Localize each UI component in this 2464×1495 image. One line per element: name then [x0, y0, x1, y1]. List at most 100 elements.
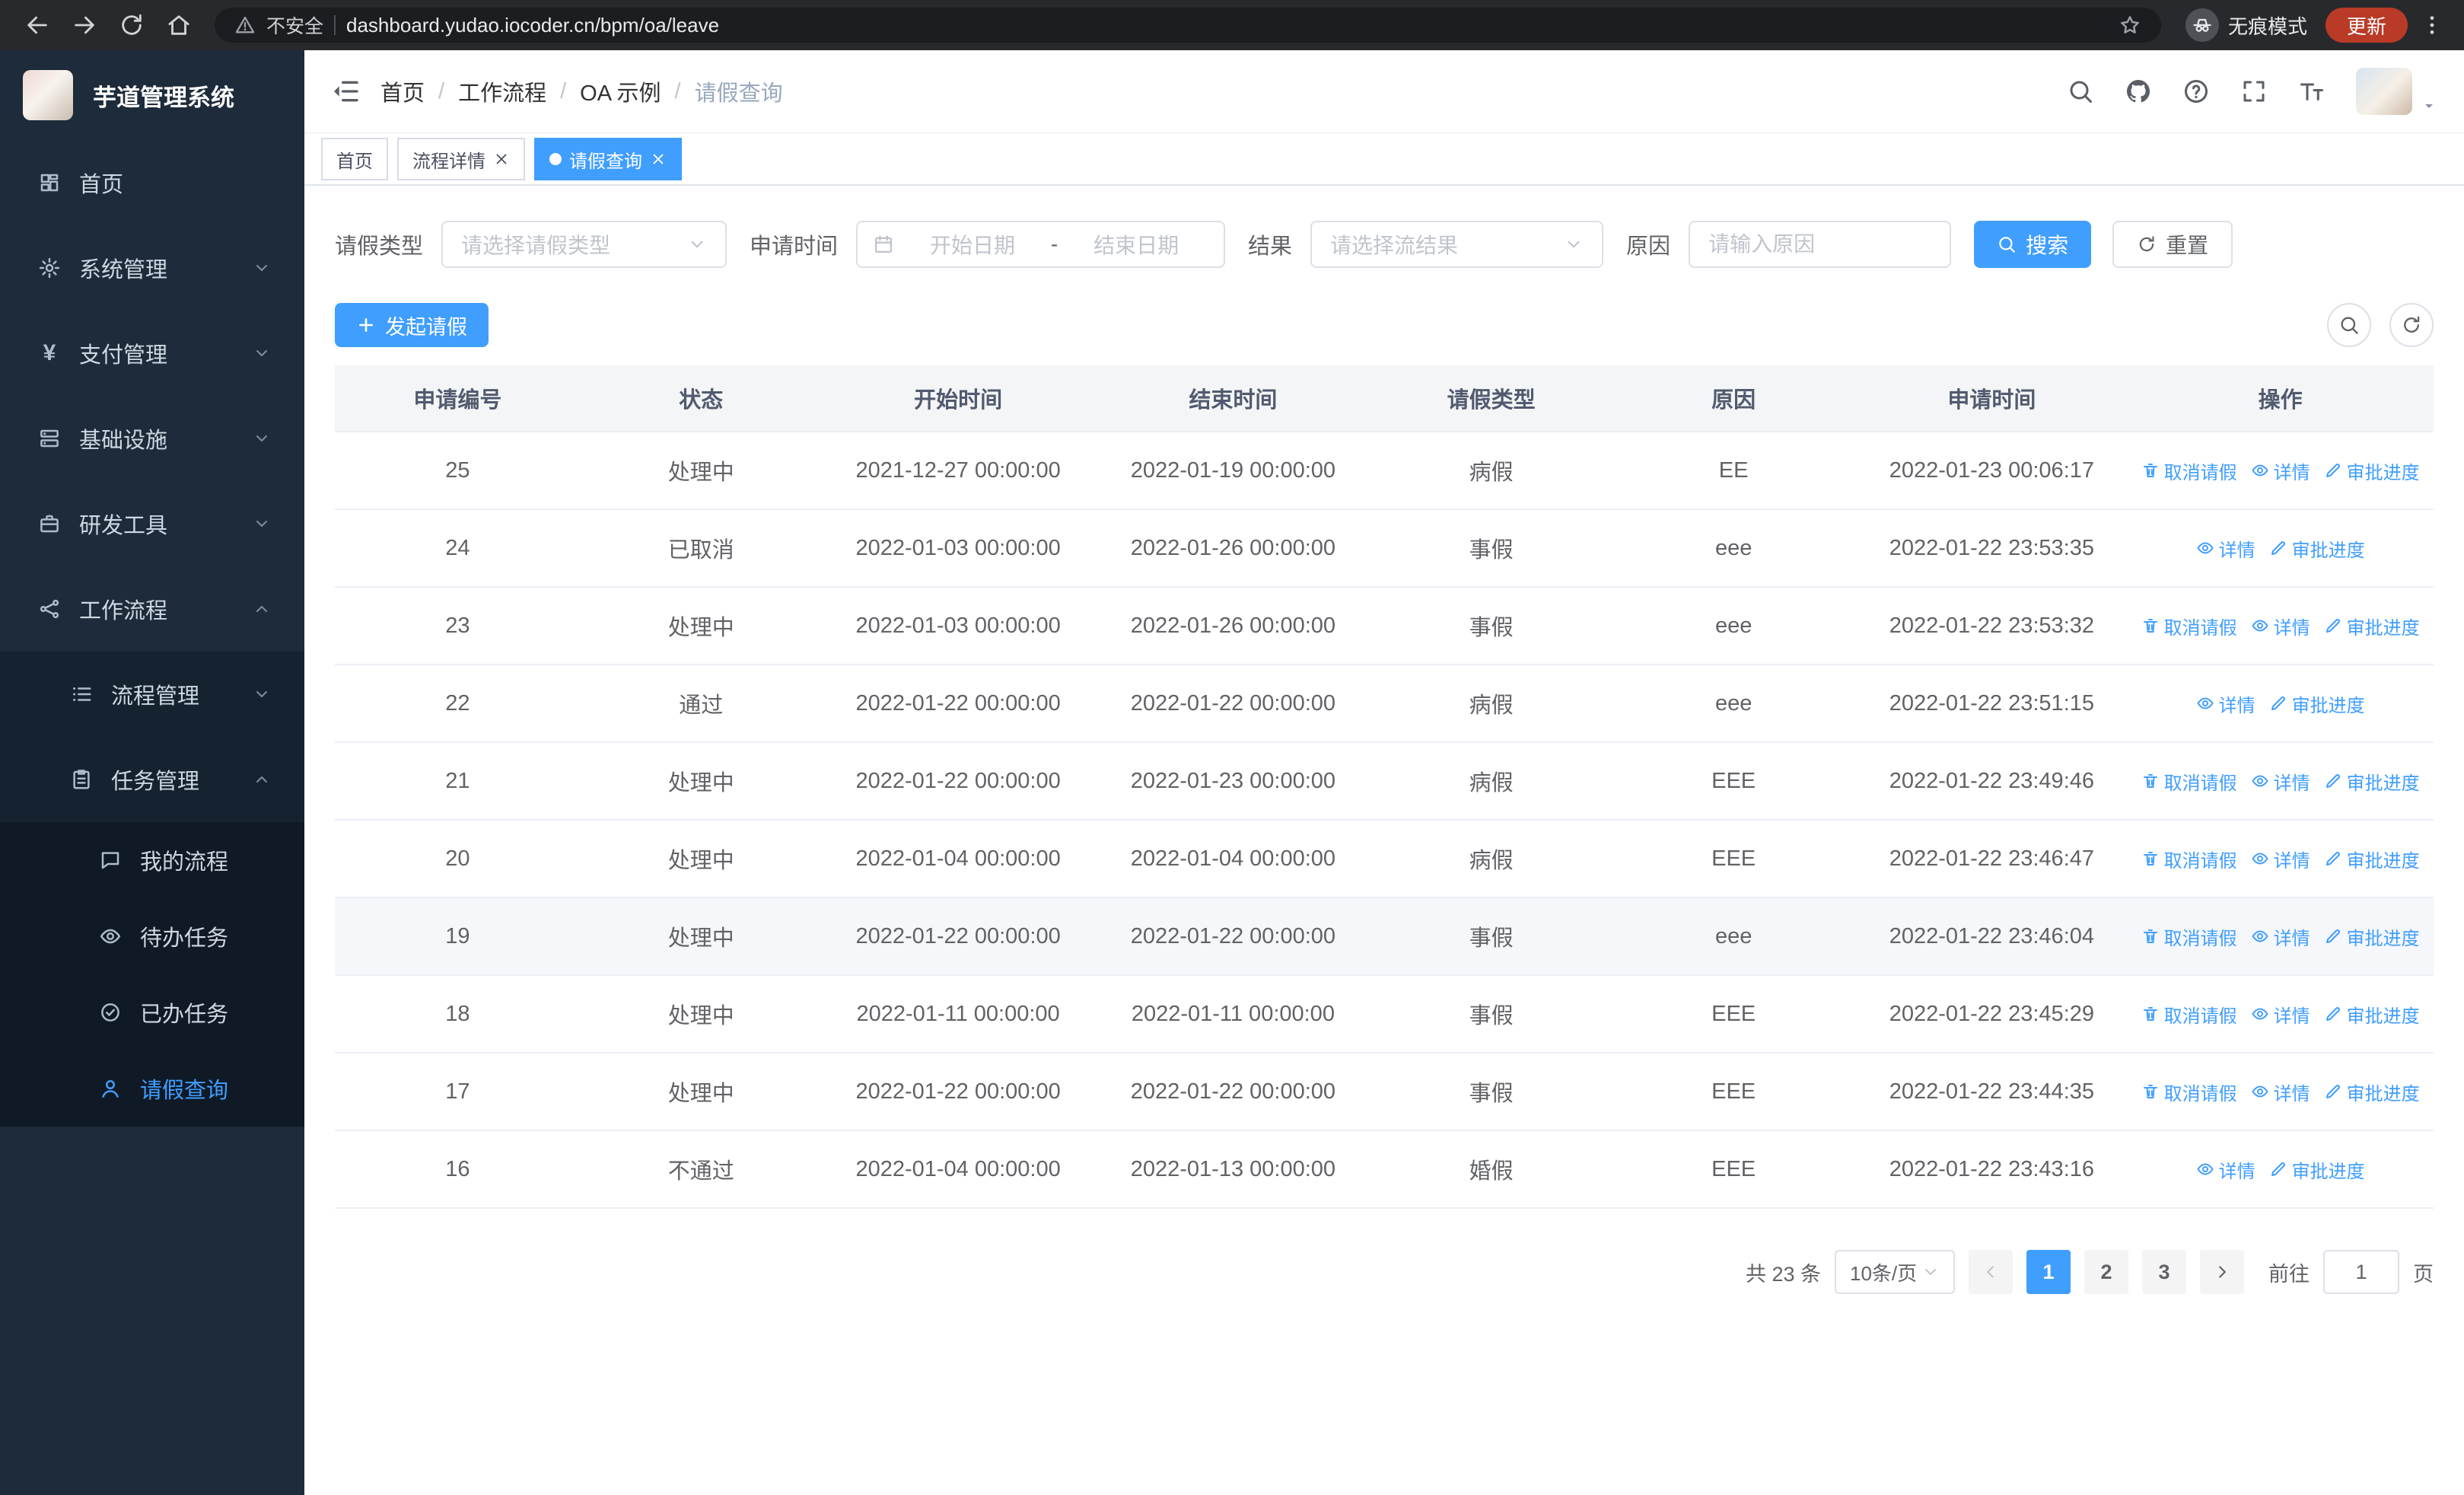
- font-size-icon[interactable]: [2298, 78, 2326, 105]
- tag-leave-query[interactable]: 请假查询: [534, 138, 682, 180]
- audit-progress-link[interactable]: 审批进度: [2324, 923, 2420, 950]
- browser-reload-icon[interactable]: [119, 12, 145, 38]
- sidebar-item-system[interactable]: 系统管理: [0, 225, 304, 311]
- detail-link[interactable]: 详情: [2251, 457, 2310, 484]
- cell-status: 处理中: [580, 820, 822, 898]
- goto-page-input[interactable]: [2323, 1250, 2399, 1294]
- detail-link[interactable]: 详情: [2251, 613, 2310, 639]
- address-bar[interactable]: 不安全 dashboard.yudao.iocoder.cn/bpm/oa/le…: [215, 8, 2161, 43]
- audit-progress-link[interactable]: 审批进度: [2269, 690, 2365, 717]
- refresh-table-button[interactable]: [2389, 303, 2434, 347]
- close-icon[interactable]: [650, 151, 667, 167]
- leave-type-select[interactable]: 请选择请假类型: [441, 221, 727, 268]
- cancel-leave-link[interactable]: 取消请假: [2141, 457, 2237, 484]
- sidebar-item-task-mgmt[interactable]: 任务管理: [0, 737, 304, 822]
- sidebar-item-my-process[interactable]: 我的流程: [0, 822, 304, 898]
- fullscreen-icon[interactable]: [2240, 78, 2268, 105]
- sidebar-item-process-mgmt[interactable]: 流程管理: [0, 652, 304, 737]
- app-logo[interactable]: 芋道管理系统: [0, 50, 304, 140]
- sidebar-item-leave-query[interactable]: 请假查询: [0, 1050, 304, 1127]
- leave-table: 申请编号 状态 开始时间 结束时间 请假类型 原因 申请时间 操作 25 处理中…: [335, 365, 2434, 1209]
- cancel-leave-link[interactable]: 取消请假: [2141, 846, 2237, 872]
- detail-link[interactable]: 详情: [2251, 846, 2310, 872]
- github-icon[interactable]: [2125, 78, 2152, 105]
- user-avatar[interactable]: [2356, 68, 2438, 115]
- cancel-leave-link[interactable]: 取消请假: [2141, 1001, 2237, 1028]
- audit-progress-link[interactable]: 审批进度: [2324, 457, 2420, 484]
- reset-button[interactable]: 重置: [2112, 221, 2233, 268]
- audit-progress-link[interactable]: 审批进度: [2324, 613, 2420, 639]
- browser-back-icon[interactable]: [24, 12, 50, 38]
- sidebar-item-devtools[interactable]: 研发工具: [0, 481, 304, 566]
- browser-forward-icon[interactable]: [72, 12, 97, 38]
- close-icon[interactable]: [493, 151, 510, 167]
- help-icon[interactable]: [2182, 78, 2210, 105]
- page-size-select[interactable]: 10条/页: [1835, 1250, 1955, 1294]
- page-button-3[interactable]: 3: [2142, 1250, 2186, 1294]
- cell-leave-type: 事假: [1371, 975, 1611, 1054]
- apply-time-range-picker[interactable]: 开始日期 - 结束日期: [856, 221, 1226, 268]
- cell-apply-time: 2022-01-22 23:53:32: [1856, 587, 2128, 665]
- audit-progress-link[interactable]: 审批进度: [2324, 768, 2420, 795]
- cell-status: 不通过: [580, 1130, 822, 1209]
- cell-apply-time: 2022-01-22 23:46:47: [1856, 820, 2128, 898]
- browser-home-icon[interactable]: [166, 12, 192, 38]
- cancel-leave-link[interactable]: 取消请假: [2141, 613, 2237, 639]
- cell-apply-id: 21: [335, 742, 581, 821]
- detail-link[interactable]: 详情: [2251, 923, 2310, 950]
- sidebar-item-done-tasks[interactable]: 已办任务: [0, 974, 304, 1050]
- audit-progress-link[interactable]: 审批进度: [2324, 846, 2420, 872]
- reason-input[interactable]: [1689, 221, 1952, 268]
- next-page-button[interactable]: [2200, 1250, 2244, 1294]
- cell-status: 处理中: [580, 432, 822, 510]
- page-content: 请假类型 请选择请假类型 申请时间 开始日期 - 结束日期 结果 请选择流结果 …: [304, 186, 2464, 1495]
- cancel-leave-link[interactable]: 取消请假: [2141, 1079, 2237, 1105]
- cell-reason: EEE: [1610, 742, 1857, 821]
- warning-icon: [234, 14, 256, 36]
- sidebar-item-workflow[interactable]: 工作流程: [0, 566, 304, 652]
- audit-progress-link[interactable]: 审批进度: [2324, 1079, 2420, 1105]
- detail-link[interactable]: 详情: [2251, 1079, 2310, 1105]
- page-button-2[interactable]: 2: [2084, 1250, 2128, 1294]
- browser-update-button[interactable]: 更新: [2325, 8, 2408, 43]
- breadcrumb-item-oa-example[interactable]: OA 示例: [580, 75, 661, 107]
- cell-end-time: 2022-01-11 00:00:00: [1094, 975, 1372, 1054]
- audit-progress-link[interactable]: 审批进度: [2324, 1001, 2420, 1028]
- sidebar-item-home[interactable]: 首页: [0, 140, 304, 225]
- detail-link[interactable]: 详情: [2196, 690, 2255, 717]
- cell-reason: eee: [1610, 587, 1857, 665]
- cancel-leave-link[interactable]: 取消请假: [2141, 768, 2237, 795]
- breadcrumb-item-home[interactable]: 首页: [380, 75, 425, 107]
- sidebar-collapse-icon[interactable]: [330, 76, 361, 107]
- page-button-1[interactable]: 1: [2026, 1250, 2071, 1294]
- detail-link[interactable]: 详情: [2251, 768, 2310, 795]
- detail-link[interactable]: 详情: [2196, 535, 2255, 562]
- tag-home[interactable]: 首页: [321, 138, 388, 180]
- search-button[interactable]: 搜索: [1974, 221, 2092, 268]
- column-header-leave-type: 请假类型: [1371, 365, 1611, 432]
- bookmark-star-icon[interactable]: [2119, 14, 2141, 37]
- detail-link[interactable]: 详情: [2251, 1001, 2310, 1028]
- server-icon: [38, 427, 61, 450]
- toggle-search-button[interactable]: [2327, 303, 2371, 347]
- tag-process-detail[interactable]: 流程详情: [397, 138, 525, 180]
- result-select[interactable]: 请选择流结果: [1310, 221, 1604, 268]
- cell-apply-id: 22: [335, 665, 581, 743]
- cancel-leave-link[interactable]: 取消请假: [2141, 923, 2237, 950]
- column-header-status: 状态: [580, 365, 822, 432]
- column-header-end-time: 结束时间: [1094, 365, 1372, 432]
- audit-progress-link[interactable]: 审批进度: [2269, 1156, 2365, 1183]
- sidebar-item-payment[interactable]: ¥ 支付管理: [0, 311, 304, 396]
- sidebar-item-todo-tasks[interactable]: 待办任务: [0, 898, 304, 974]
- list-icon: [70, 683, 93, 706]
- search-icon[interactable]: [2067, 78, 2094, 105]
- breadcrumb-item-workflow[interactable]: 工作流程: [458, 75, 546, 107]
- create-leave-button[interactable]: 发起请假: [335, 303, 489, 347]
- dashboard-icon: [38, 171, 61, 194]
- audit-progress-link[interactable]: 审批进度: [2269, 535, 2365, 562]
- browser-menu-icon[interactable]: [2420, 13, 2444, 37]
- detail-link[interactable]: 详情: [2196, 1156, 2255, 1183]
- actions-cell: 详情 审批进度: [2127, 665, 2434, 743]
- prev-page-button[interactable]: [1969, 1250, 2013, 1294]
- sidebar-item-infra[interactable]: 基础设施: [0, 396, 304, 481]
